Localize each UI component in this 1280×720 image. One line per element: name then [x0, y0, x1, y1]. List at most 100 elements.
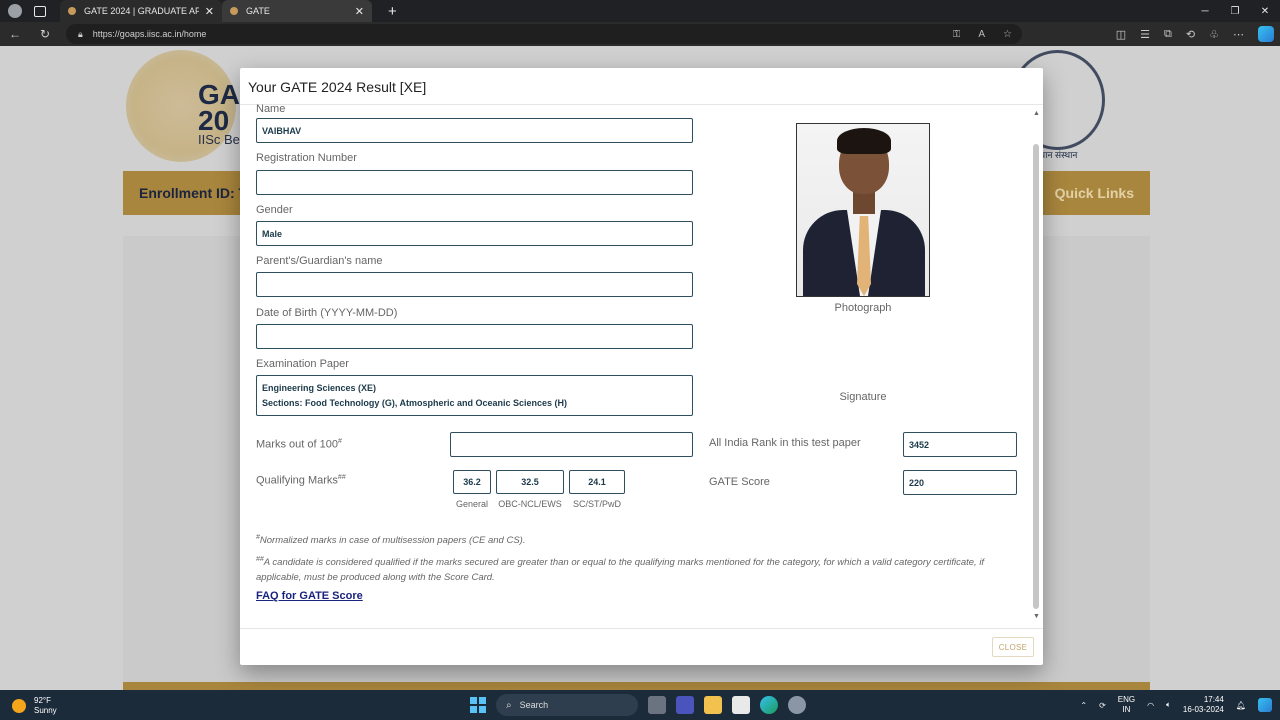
- dob-field[interactable]: [256, 324, 693, 349]
- copilot-icon[interactable]: [1258, 26, 1274, 42]
- gate-favicon-icon: [230, 7, 238, 15]
- qualifying-general-value: 36.2: [453, 470, 491, 494]
- windows-start-icon[interactable]: [470, 697, 486, 713]
- qualifying-obc-value: 32.5: [496, 470, 564, 494]
- search-label: Search: [519, 700, 549, 710]
- name-field[interactable]: VAIBHAV: [256, 118, 693, 143]
- search-icon: ⌕: [506, 699, 512, 711]
- clock-date: 16-03-2024: [1182, 705, 1224, 714]
- favorites-icon[interactable]: ☰: [1140, 28, 1150, 41]
- marks-label: Marks out of 100#: [256, 438, 342, 451]
- enrollment-id: Enrollment ID: T4: [139, 185, 255, 201]
- scroll-thumb[interactable]: [1033, 144, 1039, 609]
- qualifying-obc-caption: OBC-NCL/EWS: [498, 499, 562, 509]
- url-input[interactable]: 🔒︎ https://goaps.iisc.ac.in/home ⚿ A ☆: [66, 24, 1022, 44]
- back-icon[interactable]: ←: [0, 27, 30, 41]
- taskbar-search[interactable]: ⌕ Search: [496, 694, 638, 716]
- dialog-scrollbar[interactable]: ▲ ▼: [1031, 108, 1041, 620]
- divider: [240, 104, 1043, 105]
- store-icon[interactable]: [732, 696, 750, 714]
- minimize-icon[interactable]: ─: [1190, 6, 1220, 17]
- gate-favicon-icon: [68, 7, 76, 15]
- notification-bell-icon[interactable]: 🔔︎: [1236, 701, 1246, 710]
- sync-icon[interactable]: ⟳: [1099, 701, 1106, 710]
- dob-label: Date of Birth (YYYY-MM-DD): [256, 307, 398, 319]
- volume-icon[interactable]: 🔈︎: [1166, 700, 1171, 710]
- file-explorer-icon[interactable]: [704, 696, 722, 714]
- more-menu-icon[interactable]: ⋯: [1233, 28, 1244, 41]
- edge-icon[interactable]: [760, 696, 778, 714]
- weather-desc: Sunny: [34, 706, 57, 715]
- copilot-icon[interactable]: [1258, 698, 1272, 712]
- marks-field[interactable]: [450, 432, 693, 457]
- rank-label: All India Rank in this test paper: [709, 437, 861, 449]
- settings-gear-icon[interactable]: [788, 696, 806, 714]
- dialog-title: Your GATE 2024 Result [XE]: [248, 79, 427, 95]
- quick-links-button[interactable]: Quick Links: [1055, 185, 1134, 201]
- weather-widget[interactable]: 92°F Sunny: [12, 696, 57, 716]
- tab-gate[interactable]: GATE ✕: [222, 0, 372, 22]
- new-tab-icon[interactable]: +: [388, 3, 397, 20]
- scroll-up-icon[interactable]: ▲: [1033, 110, 1040, 117]
- lock-icon: 🔒︎: [78, 28, 83, 39]
- collections-icon[interactable]: ⧉: [1164, 28, 1172, 41]
- wifi-icon[interactable]: ◠: [1147, 701, 1154, 710]
- bottom-strip: [123, 682, 1150, 690]
- qualifying-sc-caption: SC/ST/PwD: [572, 499, 621, 509]
- gender-label: Gender: [256, 204, 293, 216]
- refresh-icon[interactable]: ↻: [30, 27, 60, 41]
- faq-link[interactable]: FAQ for GATE Score: [256, 590, 363, 602]
- key-icon[interactable]: ⚿: [953, 29, 961, 40]
- read-aloud-icon[interactable]: A: [978, 29, 985, 40]
- language-code[interactable]: ENG: [1118, 695, 1135, 705]
- guardian-field[interactable]: [256, 272, 693, 297]
- favorite-star-icon[interactable]: ☆: [1003, 29, 1012, 40]
- tab-gate-aptitude[interactable]: GATE 2024 | GRADUATE APTITUDE ✕: [60, 0, 222, 22]
- history-icon[interactable]: ⟲: [1186, 28, 1195, 41]
- gate-logo-text: GA 20: [198, 79, 240, 136]
- signature-caption: Signature: [839, 391, 887, 403]
- profile-icon[interactable]: [8, 4, 22, 18]
- close-window-icon[interactable]: ✕: [1250, 6, 1280, 17]
- browser-tab-bar: GATE 2024 | GRADUATE APTITUDE ✕ GATE ✕ +…: [0, 0, 1280, 22]
- result-dialog: Your GATE 2024 Result [XE] Name VAIBHAV …: [240, 68, 1043, 665]
- task-view-icon[interactable]: [648, 696, 666, 714]
- rank-field[interactable]: 3452: [903, 432, 1017, 457]
- score-field[interactable]: 220: [903, 470, 1017, 495]
- divider: [240, 628, 1043, 629]
- qualifying-general-caption: General: [455, 499, 489, 509]
- gate-logo-sub: IISc Be: [198, 132, 240, 147]
- gender-field[interactable]: Male: [256, 221, 693, 246]
- note-normalized: #Normalized marks in case of multisessio…: [256, 534, 526, 547]
- address-bar-row: ← ↻ 🔒︎ https://goaps.iisc.ac.in/home ⚿ A…: [0, 22, 1280, 46]
- close-button[interactable]: CLOSE: [992, 637, 1034, 657]
- restore-icon[interactable]: ❐: [1220, 6, 1250, 17]
- name-label: Name: [256, 103, 286, 115]
- paper-field[interactable]: Engineering Sciences (XE) Sections: Food…: [256, 375, 693, 416]
- split-screen-icon[interactable]: ◫: [1116, 28, 1126, 41]
- url-text: https://goaps.iisc.ac.in/home: [92, 29, 207, 39]
- extensions-icon[interactable]: ♧: [1209, 28, 1219, 41]
- sun-icon: [12, 699, 26, 713]
- tab-label: GATE 2024 | GRADUATE APTITUDE: [84, 6, 199, 16]
- guardian-label: Parent's/Guardian's name: [256, 255, 383, 267]
- paper-line-2: Sections: Food Technology (G), Atmospher…: [262, 398, 568, 408]
- tab-label: GATE: [246, 6, 270, 16]
- close-tab-icon[interactable]: ✕: [205, 5, 214, 18]
- teams-icon[interactable]: [676, 696, 694, 714]
- region-code[interactable]: IN: [1118, 705, 1135, 715]
- scroll-down-icon[interactable]: ▼: [1033, 613, 1040, 620]
- candidate-photo: [796, 123, 930, 297]
- paper-label: Examination Paper: [256, 358, 349, 370]
- qualifying-label: Qualifying Marks##: [256, 474, 346, 487]
- window-controls: ─ ❐ ✕: [1190, 0, 1280, 22]
- weather-temp: 92°F: [34, 696, 51, 705]
- workspaces-icon[interactable]: [34, 5, 46, 17]
- clock-time: 17:44: [1203, 695, 1224, 704]
- close-tab-icon[interactable]: ✕: [355, 5, 364, 18]
- score-label: GATE Score: [709, 476, 770, 488]
- registration-field[interactable]: [256, 170, 693, 195]
- clock[interactable]: 17:44 16-03-2024: [1183, 695, 1224, 715]
- chevron-up-icon[interactable]: ⌃: [1080, 701, 1087, 710]
- taskbar: 92°F Sunny ⌕ Search ⌃ ⟳ ENG IN ◠ 🔈︎ 17:4…: [0, 690, 1280, 720]
